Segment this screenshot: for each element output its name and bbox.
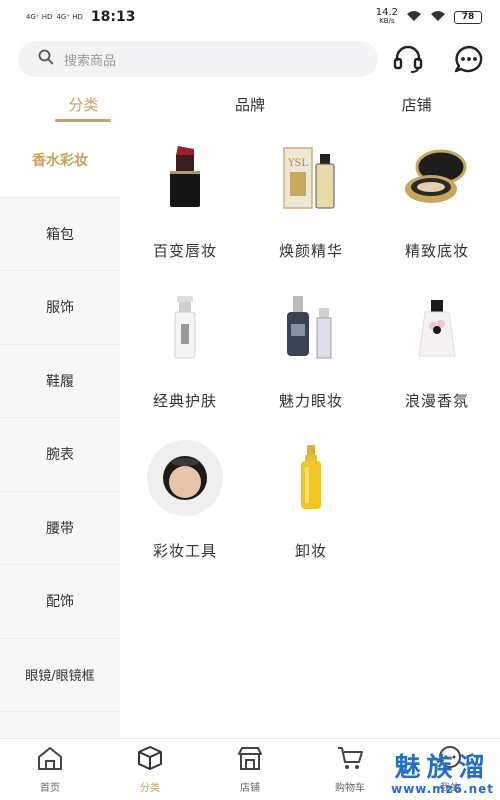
status-right: 14.2 KB/s 78 xyxy=(376,8,482,26)
grid-item-foundation[interactable]: 精致底妆 xyxy=(374,124,500,274)
search-icon xyxy=(38,49,54,69)
wifi-icon xyxy=(406,10,422,25)
network-speed: 14.2 KB/s xyxy=(376,8,398,26)
cube-icon xyxy=(136,745,164,775)
grid-item-fragrance[interactable]: 浪漫香氛 xyxy=(374,274,500,424)
grid-item-eye-makeup[interactable]: 魅力眼妆 xyxy=(248,274,374,424)
category-sidebar: 香水彩妆 箱包 服饰 鞋履 腕表 腰带 配饰 眼镜/眼镜框 xyxy=(0,124,120,738)
search-input[interactable]: 搜索商品 xyxy=(18,41,378,77)
watermark-url: www.mz6.net xyxy=(391,782,494,796)
sidebar-item-belts[interactable]: 腰带 xyxy=(0,492,120,565)
grid-item-skincare[interactable]: 经典护肤 xyxy=(122,274,248,424)
grid-item-label: 卸妆 xyxy=(294,542,327,560)
search-placeholder: 搜索商品 xyxy=(64,53,117,69)
status-time: 18:13 xyxy=(90,9,136,25)
nav-store-label: 店铺 xyxy=(240,783,260,794)
signal-indicators: 4G⁺ HD 4G⁺ HD xyxy=(26,13,83,21)
battery-icon: 78 xyxy=(454,10,482,24)
signal-2-label: 4G⁺ HD xyxy=(56,13,83,21)
sidebar-item-watches[interactable]: 腕表 xyxy=(0,418,120,492)
grid-item-label: 经典护肤 xyxy=(152,392,217,410)
tab-store[interactable]: 店铺 xyxy=(333,84,500,124)
sidebar-item-apparel[interactable]: 服饰 xyxy=(0,271,120,345)
cart-icon xyxy=(336,745,364,775)
network-speed-unit: KB/s xyxy=(379,17,395,25)
sidebar-item-shoes[interactable]: 鞋履 xyxy=(0,345,120,418)
tab-category[interactable]: 分类 xyxy=(0,84,167,124)
watermark-main: 魅族溜 xyxy=(394,753,491,783)
grid-item-label: 魅力眼妆 xyxy=(278,392,343,410)
store-icon xyxy=(236,745,264,775)
nav-category-label: 分类 xyxy=(140,783,160,794)
sidebar-item-perfume-makeup[interactable]: 香水彩妆 xyxy=(0,124,120,198)
grid-item-label: 焕颜精华 xyxy=(278,242,343,260)
serum-bottles-icon: YSL xyxy=(271,138,351,218)
status-bar: 4G⁺ HD 4G⁺ HD 18:13 14.2 KB/s 78 xyxy=(0,0,500,34)
nav-home[interactable]: 首页 xyxy=(0,739,100,800)
signal-1-label: 4G⁺ HD xyxy=(26,13,53,21)
skincare-tube-icon xyxy=(145,288,225,368)
nav-home-label: 首页 xyxy=(40,783,60,794)
nav-cart[interactable]: 购物车 xyxy=(300,739,400,800)
cleansing-oil-icon xyxy=(271,438,351,518)
grid-item-label: 百变唇妆 xyxy=(152,242,217,260)
nav-store[interactable]: 店铺 xyxy=(200,739,300,800)
cushion-compact-icon xyxy=(397,138,477,218)
grid-item-lipstick[interactable]: 百变唇妆 xyxy=(122,124,248,274)
grid-item-label: 浪漫香氛 xyxy=(404,392,469,410)
signal-2: 4G⁺ HD xyxy=(56,13,82,21)
nav-category[interactable]: 分类 xyxy=(100,739,200,800)
grid-item-makeup-tools[interactable]: 彩妆工具 xyxy=(122,424,248,574)
grid-item-makeup-remover[interactable]: 卸妆 xyxy=(248,424,374,574)
wifi-icon-2 xyxy=(430,10,446,25)
message-icon[interactable] xyxy=(451,41,487,77)
grid-item-serum[interactable]: YSL 焕颜精华 xyxy=(248,124,374,274)
sidebar-item-bags[interactable]: 箱包 xyxy=(0,198,120,271)
lipstick-icon xyxy=(145,138,225,218)
home-icon xyxy=(36,745,64,775)
grid-item-label: 彩妆工具 xyxy=(152,542,217,560)
network-speed-value: 14.2 xyxy=(375,7,398,18)
sidebar-item-accessories[interactable]: 配饰 xyxy=(0,565,120,639)
perfume-bottle-icon xyxy=(397,288,477,368)
customer-service-icon[interactable] xyxy=(390,41,426,77)
eye-serum-bottles-icon xyxy=(271,288,351,368)
makeup-sponge-icon xyxy=(145,438,225,518)
nav-cart-label: 购物车 xyxy=(335,783,365,794)
sidebar-item-eyewear[interactable]: 眼镜/眼镜框 xyxy=(0,639,120,712)
tab-brand[interactable]: 品牌 xyxy=(167,84,334,124)
svg-text:YSL: YSL xyxy=(287,158,308,169)
signal-1: 4G⁺ HD xyxy=(26,13,52,21)
grid-item-label: 精致底妆 xyxy=(404,242,469,260)
watermark: 魅族溜 www.mz6.net xyxy=(391,754,494,796)
category-tabs: 分类 品牌 店铺 xyxy=(0,84,500,124)
